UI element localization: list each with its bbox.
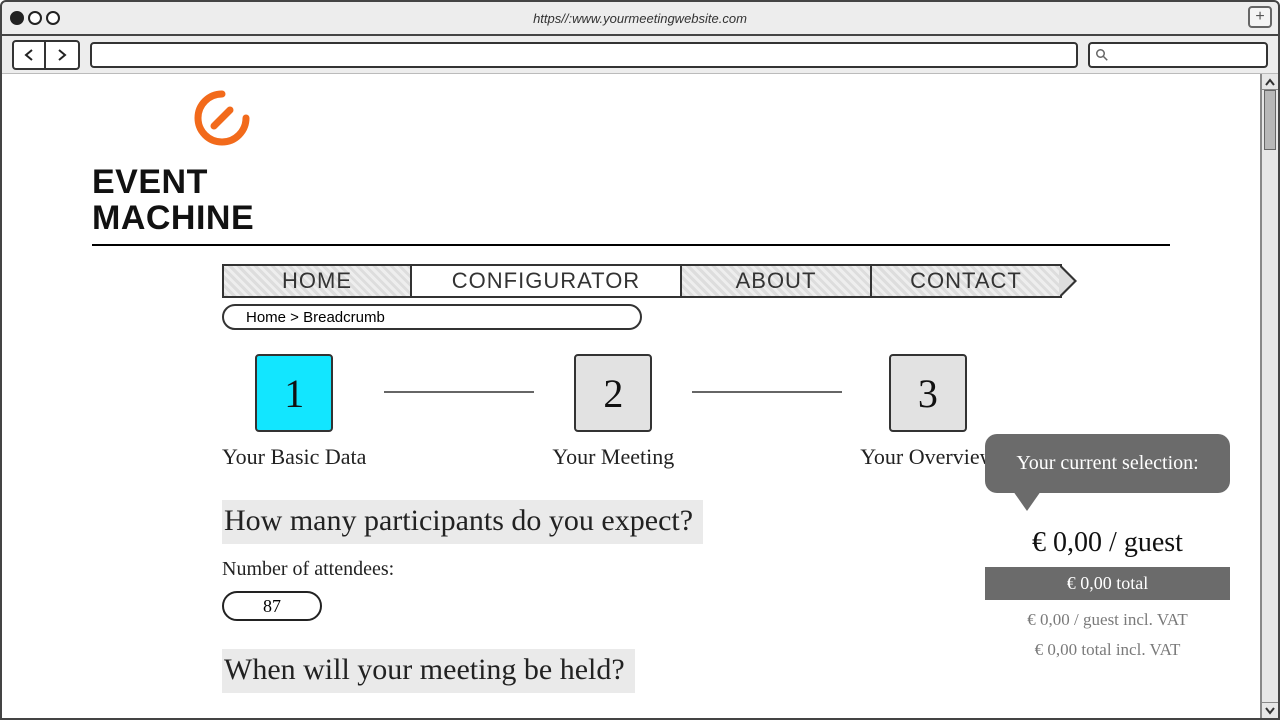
chevron-right-icon <box>57 49 67 61</box>
new-tab-button[interactable]: + <box>1248 6 1272 28</box>
selection-title-bubble: Your current selection: <box>985 434 1230 493</box>
tab-about-label: ABOUT <box>736 268 817 294</box>
brand-line-1: EVENT <box>92 165 1170 201</box>
step-2-label: Your Meeting <box>552 444 674 470</box>
step-connector <box>384 391 534 393</box>
question-participants-heading: How many participants do you expect? <box>222 500 703 544</box>
browser-toolbar <box>2 36 1278 74</box>
question-date-heading: When will your meeting be held? <box>222 649 635 693</box>
browser-titlebar: https//:www.yourmeetingwebsite.com + <box>2 2 1278 36</box>
scroll-down-button[interactable] <box>1262 702 1278 718</box>
page-content: EVENT MACHINE HOME CONFIGURATOR ABOUT CO… <box>2 74 1260 718</box>
scroll-thumb[interactable] <box>1264 90 1276 150</box>
tab-configurator[interactable]: CONFIGURATOR <box>412 264 682 298</box>
attendees-value: 87 <box>263 596 281 617</box>
tab-contact[interactable]: CONTACT <box>872 264 1062 298</box>
breadcrumb-text: Home > Breadcrumb <box>246 309 385 326</box>
tab-home-label: HOME <box>282 268 352 294</box>
plus-icon: + <box>1255 8 1264 26</box>
window-max-dot[interactable] <box>46 11 60 25</box>
selection-summary: Your current selection: € 0,00 / guest €… <box>985 434 1230 660</box>
step-2-num: 2 <box>603 370 623 417</box>
window-close-dot[interactable] <box>10 11 24 25</box>
step-3-label: Your Overview <box>860 444 995 470</box>
chevron-up-icon <box>1265 78 1275 86</box>
step-3[interactable]: 3 Your Overview <box>860 354 995 470</box>
selection-title: Your current selection: <box>1016 452 1198 474</box>
main-nav: HOME CONFIGURATOR ABOUT CONTACT <box>222 264 1062 298</box>
forward-button[interactable] <box>46 42 78 68</box>
tab-about[interactable]: ABOUT <box>682 264 872 298</box>
brand-line-2: MACHINE <box>92 201 1170 237</box>
price-per-guest-vat: € 0,00 / guest incl. VAT <box>985 610 1230 630</box>
url-display: https//:www.yourmeetingwebsite.com <box>2 11 1278 26</box>
search-icon <box>1096 49 1108 61</box>
price-total: € 0,00 total <box>985 567 1230 600</box>
nav-buttons <box>12 40 80 70</box>
tab-home[interactable]: HOME <box>222 264 412 298</box>
window-min-dot[interactable] <box>28 11 42 25</box>
address-bar[interactable] <box>90 42 1078 68</box>
search-box[interactable] <box>1088 42 1268 68</box>
breadcrumb[interactable]: Home > Breadcrumb <box>222 304 642 330</box>
tab-contact-label: CONTACT <box>910 268 1022 294</box>
brand-block: EVENT MACHINE <box>92 74 1170 236</box>
attendees-input[interactable]: 87 <box>222 591 322 621</box>
brand-logo-icon <box>192 88 252 148</box>
browser-window: https//:www.yourmeetingwebsite.com + <box>0 0 1280 720</box>
step-1[interactable]: 1 Your Basic Data <box>222 354 366 470</box>
price-total-vat: € 0,00 total incl. VAT <box>985 640 1230 660</box>
window-controls[interactable] <box>2 5 68 31</box>
price-per-guest: € 0,00 / guest <box>985 527 1230 559</box>
scroll-up-button[interactable] <box>1262 74 1278 90</box>
header-divider <box>92 244 1170 246</box>
chevron-down-icon <box>1265 707 1275 715</box>
step-2[interactable]: 2 Your Meeting <box>552 354 674 470</box>
viewport: EVENT MACHINE HOME CONFIGURATOR ABOUT CO… <box>2 74 1278 718</box>
vertical-scrollbar[interactable] <box>1260 74 1278 718</box>
step-1-num: 1 <box>284 370 304 417</box>
chevron-left-icon <box>24 49 34 61</box>
step-connector <box>692 391 842 393</box>
step-3-num: 3 <box>918 370 938 417</box>
back-button[interactable] <box>14 42 46 68</box>
step-1-label: Your Basic Data <box>222 444 366 470</box>
tab-configurator-label: CONFIGURATOR <box>452 268 640 294</box>
